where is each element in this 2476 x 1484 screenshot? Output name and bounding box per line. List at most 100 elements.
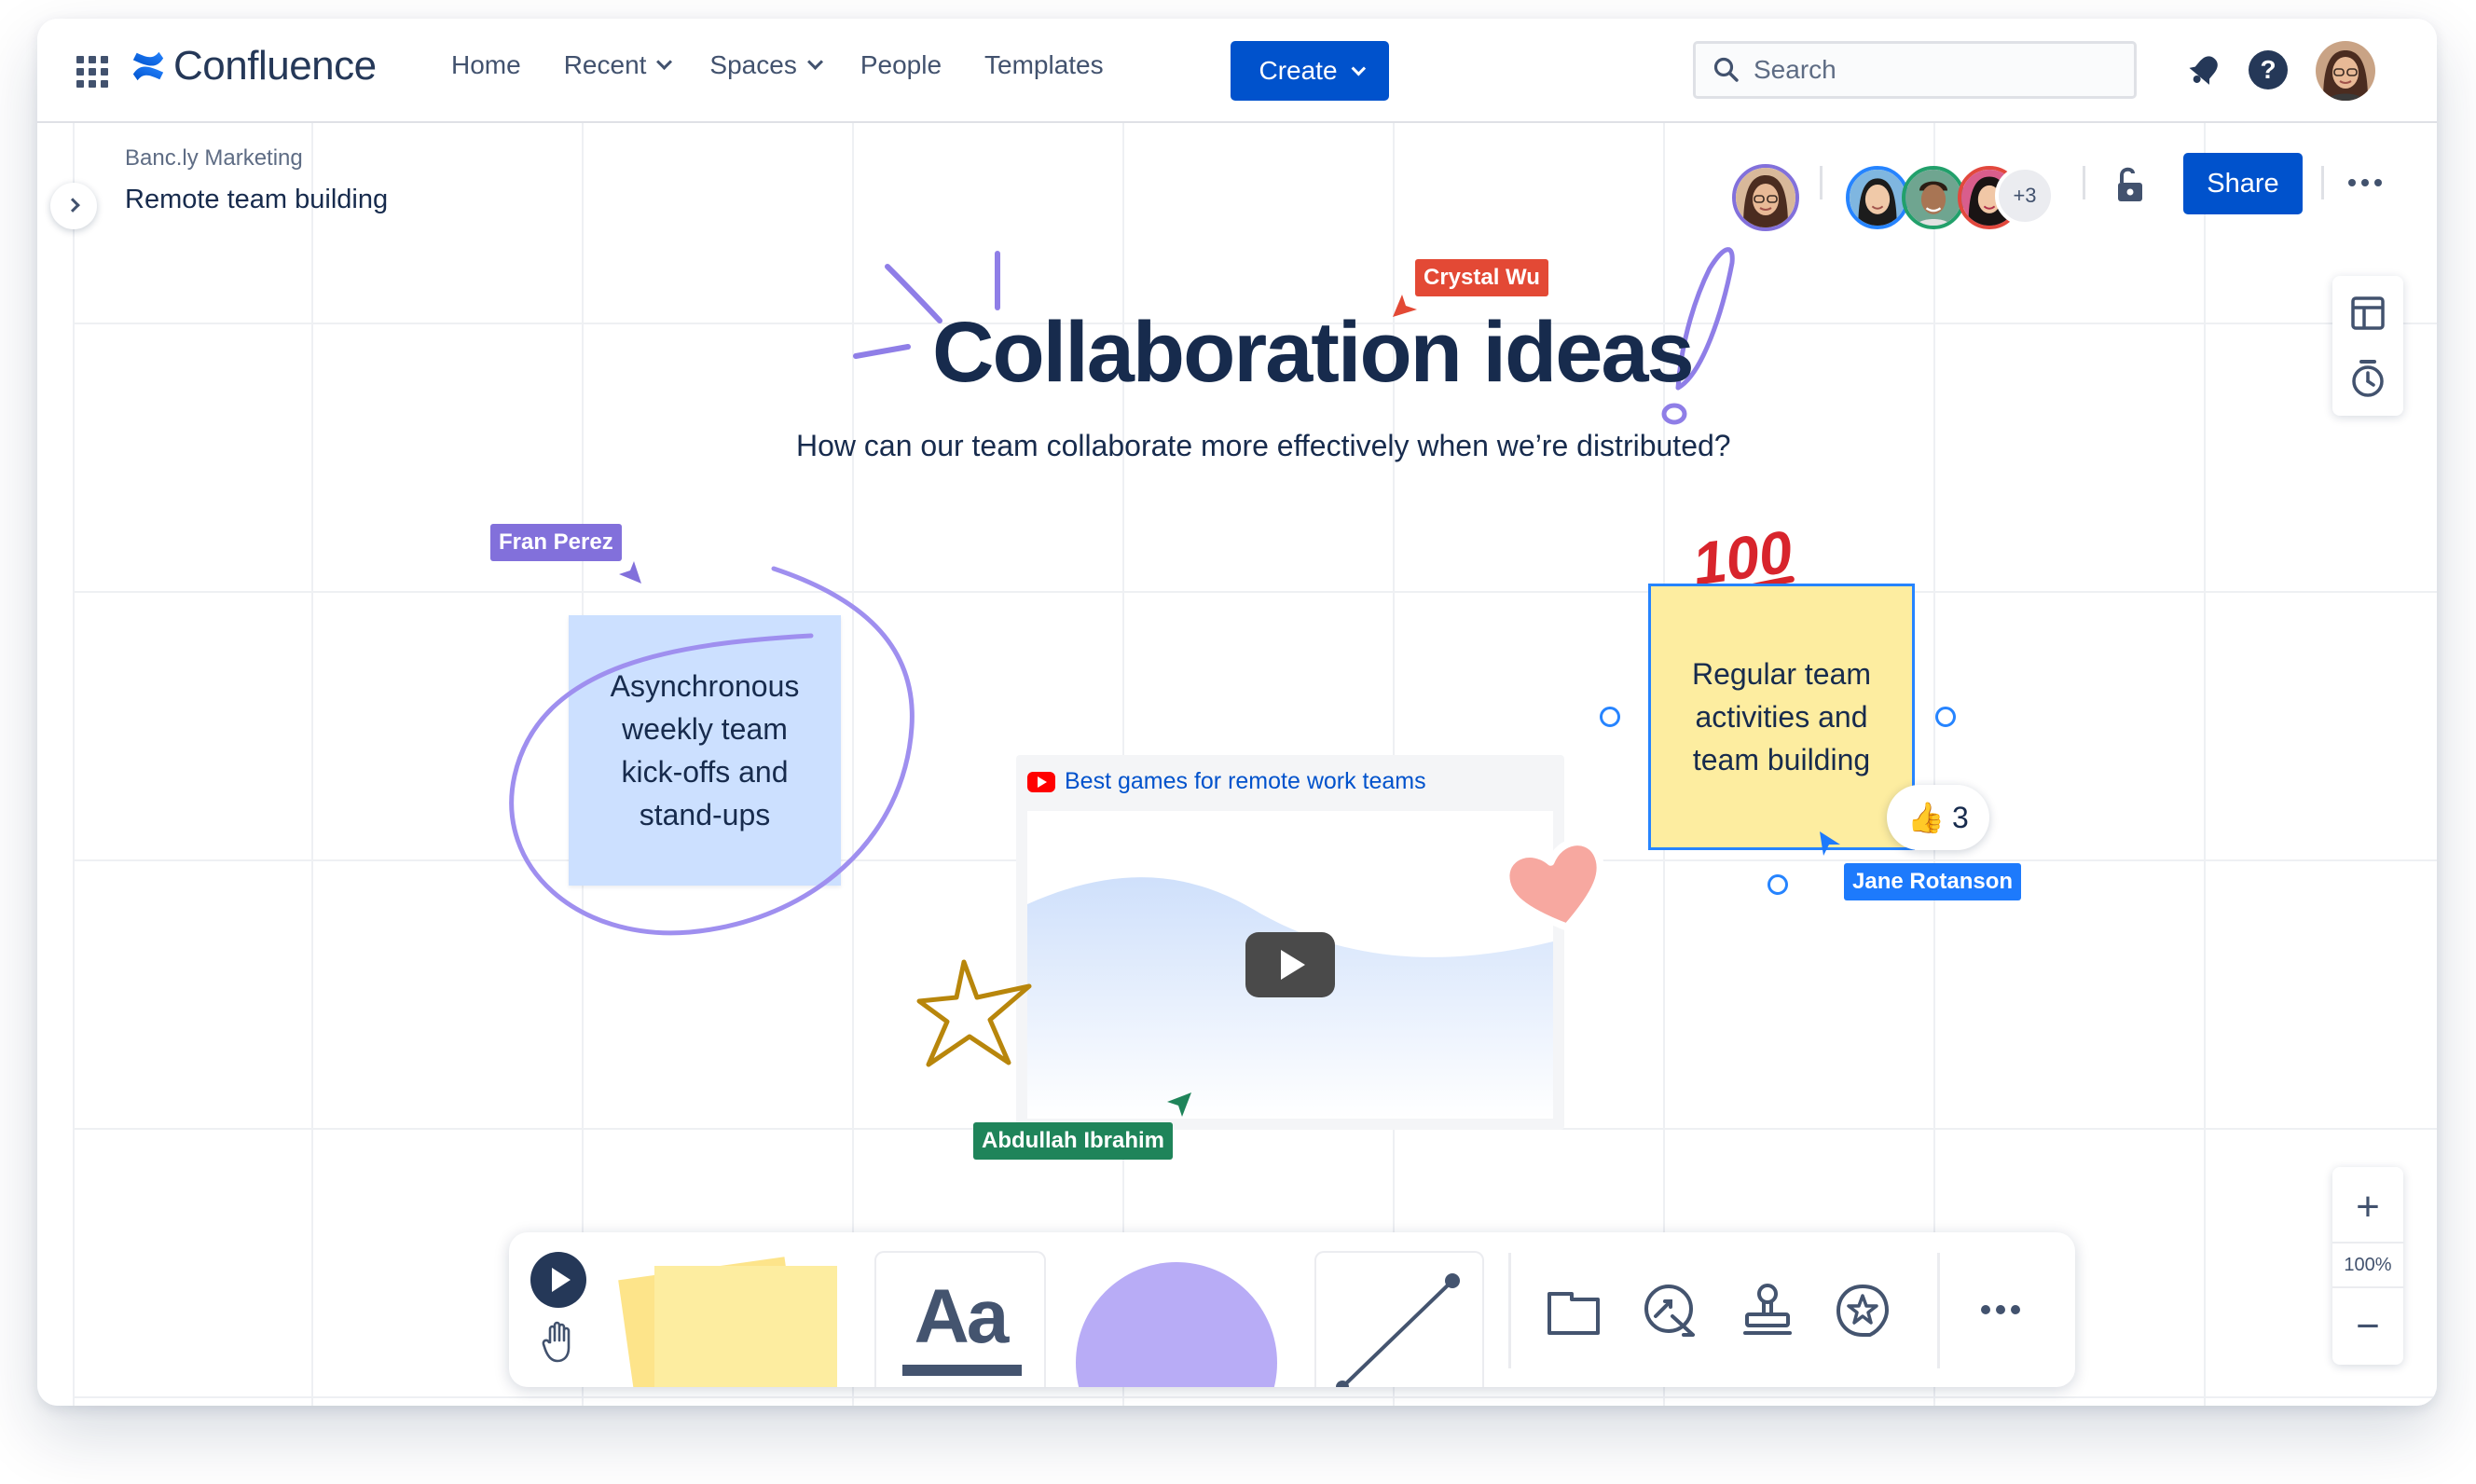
frame-icon[interactable]: [1544, 1281, 1603, 1340]
text-underline: [902, 1365, 1022, 1376]
create-button[interactable]: Create: [1231, 41, 1389, 101]
hand-icon[interactable]: [541, 1320, 578, 1363]
nav-recent[interactable]: Recent: [563, 50, 673, 80]
search-icon: [1713, 57, 1739, 82]
video-player[interactable]: [1027, 811, 1553, 1119]
smart-connector-icon[interactable]: [1641, 1281, 1700, 1340]
presence-divider: [1820, 166, 1823, 199]
search-input[interactable]: [1754, 55, 2108, 85]
confluence-logo-icon: [132, 51, 164, 81]
page-title: Remote team building: [125, 185, 389, 214]
zoom-controls: + 100% −: [2332, 1167, 2403, 1365]
video-embed-card[interactable]: Best games for remote work teams: [1016, 755, 1564, 1130]
reaction-count: 3: [1952, 800, 1969, 834]
sticky-note-tool[interactable]: [610, 1253, 843, 1387]
creation-toolbar: Aa: [509, 1232, 2075, 1387]
user-avatar[interactable]: [2316, 41, 2375, 101]
text-tool[interactable]: Aa: [876, 1253, 1044, 1387]
cursor-arrow-icon: [1820, 831, 1840, 856]
nav-templates-label: Templates: [984, 50, 1104, 79]
sticky-note-text: Regular team activities and team buildin…: [1691, 657, 1872, 776]
primary-nav: Home Recent Spaces People Templates: [451, 50, 1147, 80]
heart-sticker-icon[interactable]: [1501, 835, 1613, 938]
play-icon[interactable]: [1245, 932, 1335, 997]
confluence-logo[interactable]: Confluence: [131, 43, 377, 89]
chevron-right-icon: [64, 197, 80, 213]
cursor-label-abdullah-ibrahim: Abdullah Ibrahim: [973, 1122, 1174, 1160]
more-icon[interactable]: [2345, 179, 2385, 186]
timer-icon[interactable]: [2349, 358, 2387, 399]
sticky-note-yellow[interactable]: Regular team activities and team buildin…: [1648, 584, 1915, 850]
share-button-label: Share: [2207, 168, 2279, 199]
youtube-icon: [1027, 771, 1055, 792]
board-title: Collaboration ideas: [932, 305, 1695, 400]
avatar-image: [1905, 170, 1961, 226]
presence-divider: [2083, 166, 2085, 199]
avatar-image: [1850, 170, 1905, 226]
collaborator-avatar[interactable]: [1846, 166, 1909, 229]
sticky-note-icon: [618, 1257, 837, 1387]
zoom-in-icon[interactable]: +: [2332, 1175, 2403, 1240]
help-icon[interactable]: ?: [2249, 50, 2288, 89]
nav-spaces[interactable]: Spaces: [709, 50, 823, 80]
line-tool[interactable]: [1316, 1253, 1482, 1387]
cursor-label-crystal-wu: Crystal Wu: [1415, 259, 1548, 296]
video-title: Best games for remote work teams: [1065, 768, 1426, 794]
top-navigation: Confluence Home Recent Spaces People Tem…: [37, 19, 2437, 123]
more-icon[interactable]: [1978, 1305, 2023, 1314]
avatar-image: [1736, 168, 1795, 227]
cursor-label-jane-rotanson: Jane Rotanson: [1844, 863, 2022, 900]
search-field[interactable]: [1693, 41, 2137, 99]
collaborator-avatar[interactable]: [1902, 166, 1965, 229]
chevron-down-icon: [806, 53, 823, 70]
video-link[interactable]: Best games for remote work teams: [1027, 768, 1426, 795]
sticker-icon[interactable]: [1833, 1281, 1892, 1340]
notification-icon[interactable]: [2185, 50, 2224, 89]
unlock-icon[interactable]: [2109, 164, 2150, 205]
left-gutter: [37, 123, 73, 1406]
thumbs-up-icon: 👍: [1907, 801, 1946, 834]
star-sticker-icon[interactable]: [915, 955, 1037, 1070]
sidebar-toggle-button[interactable]: [50, 183, 97, 229]
zoom-level[interactable]: 100%: [2332, 1242, 2403, 1288]
create-button-label: Create: [1259, 56, 1338, 85]
more-collaborators-count[interactable]: +3: [1995, 166, 2055, 226]
template-icon[interactable]: [2349, 295, 2387, 332]
chevron-down-icon: [656, 53, 673, 70]
selection-handle-left[interactable]: [1600, 707, 1620, 727]
toolbar-divider: [1508, 1253, 1511, 1368]
text-tool-label: Aa: [914, 1274, 1010, 1359]
play-icon[interactable]: [530, 1251, 587, 1309]
side-tools-panel: [2332, 276, 2403, 416]
toolbar-divider: [2321, 166, 2324, 199]
zoom-out-icon[interactable]: −: [2332, 1294, 2403, 1359]
reaction-badge[interactable]: 👍 3: [1887, 785, 1989, 850]
toolbar-divider: [1937, 1253, 1940, 1368]
circle-doodle: [509, 566, 915, 936]
apps-grid-icon[interactable]: [76, 56, 108, 88]
board-subtitle: How can our team collaborate more effect…: [796, 429, 1731, 462]
editing-user-avatar[interactable]: [1732, 164, 1799, 231]
nav-home-label: Home: [451, 50, 521, 79]
share-button[interactable]: Share: [2183, 153, 2303, 214]
nav-people-label: People: [860, 50, 942, 79]
selection-handle-bottom[interactable]: [1768, 874, 1788, 895]
cursor-arrow-icon: [1167, 1092, 1191, 1117]
selection-handle-right[interactable]: [1935, 707, 1956, 727]
cursor-arrow-icon: [1393, 295, 1417, 317]
line-icon: [1336, 1273, 1460, 1387]
breadcrumb[interactable]: Banc.ly Marketing: [125, 145, 303, 172]
nav-people[interactable]: People: [860, 50, 942, 80]
user-avatar-image: [2316, 41, 2375, 101]
shape-tool[interactable]: [1059, 1253, 1292, 1387]
stamp-icon[interactable]: [1738, 1281, 1797, 1340]
nav-recent-label: Recent: [563, 50, 647, 79]
app-window: Confluence Home Recent Spaces People Tem…: [37, 19, 2437, 1406]
nav-spaces-label: Spaces: [709, 50, 797, 79]
app-name: Confluence: [173, 43, 377, 89]
nav-templates[interactable]: Templates: [984, 50, 1104, 80]
chevron-down-icon: [1351, 61, 1366, 76]
shape-icon: [1076, 1262, 1277, 1387]
nav-home[interactable]: Home: [451, 50, 521, 80]
cursor-label-fran-perez: Fran Perez: [490, 524, 622, 561]
